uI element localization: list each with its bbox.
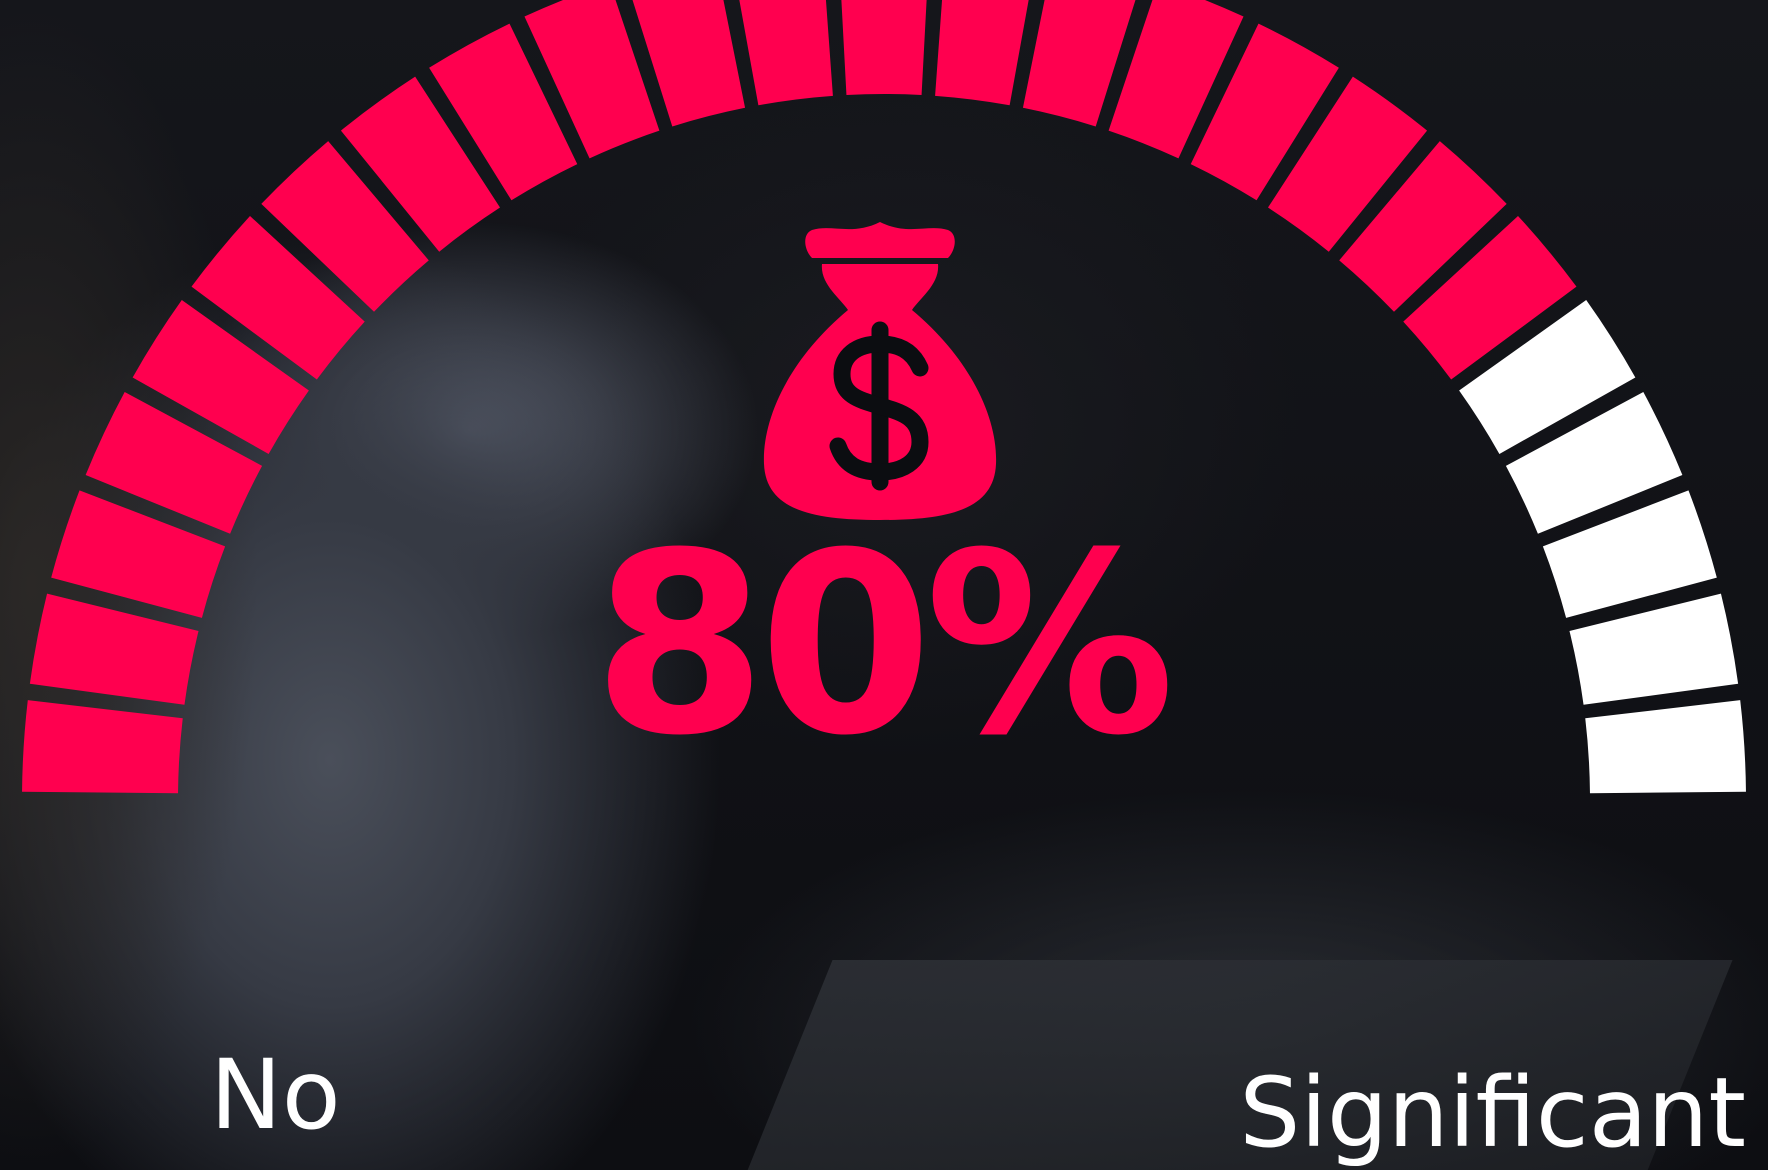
gauge-panel: 80% No Significant bbox=[0, 0, 1768, 1170]
gauge-segment-empty bbox=[1569, 593, 1739, 705]
gauge-segment-filled bbox=[22, 700, 183, 794]
gauge-segment-filled bbox=[841, 0, 927, 95]
max-label: Significant bbox=[1239, 1057, 1746, 1169]
min-label: No bbox=[210, 1039, 341, 1151]
percent-value: 80% bbox=[592, 499, 1175, 790]
money-bag-icon bbox=[763, 222, 997, 520]
gauge-segment-filled bbox=[935, 0, 1029, 106]
gauge-segment-empty bbox=[1585, 700, 1746, 794]
gauge-segment-filled bbox=[29, 593, 199, 705]
gauge-segment-filled bbox=[739, 0, 833, 106]
money-bag-knot bbox=[805, 222, 955, 258]
